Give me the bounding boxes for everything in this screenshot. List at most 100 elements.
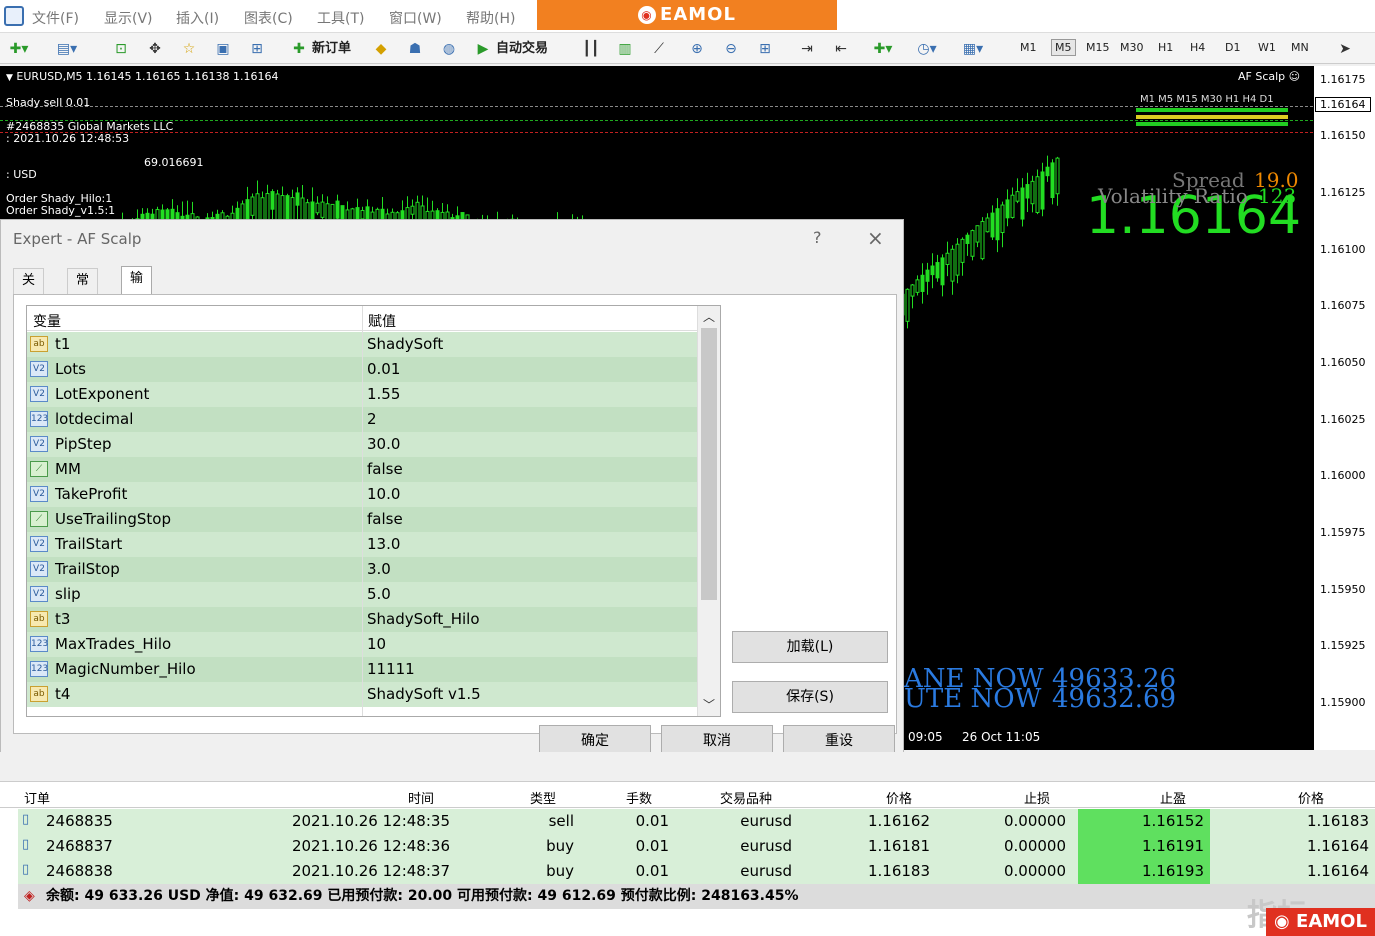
header-time[interactable]: 时间 <box>408 788 434 807</box>
candle-chart-icon[interactable]: ▥ <box>614 38 636 60</box>
price-tick: 1.16125 <box>1320 186 1366 199</box>
bar-chart-icon[interactable]: ┃┃ <box>580 38 602 60</box>
tester-icon[interactable]: ⊞ <box>246 38 268 60</box>
equity-value: 49632.69 <box>1052 684 1177 714</box>
header-order[interactable]: 订单 <box>24 788 50 807</box>
indicators-icon[interactable]: ✚▾ <box>872 38 894 60</box>
timeframe-m15[interactable]: M15 <box>1086 41 1110 54</box>
header-current-price[interactable]: 价格 <box>1298 788 1324 807</box>
candle <box>985 217 990 233</box>
tile-windows-icon[interactable]: ⊞ <box>754 38 776 60</box>
new-order-icon[interactable]: ✚ <box>288 38 310 60</box>
param-value[interactable]: 2 <box>367 410 377 428</box>
zoom-out-icon[interactable]: ⊖ <box>720 38 742 60</box>
terminal-icon[interactable]: ▣ <box>212 38 234 60</box>
header-lots[interactable]: 手数 <box>626 788 652 807</box>
close-icon[interactable]: × <box>867 226 884 250</box>
order-row[interactable]: ▯ 2468838 2021.10.26 12:48:37 buy 0.01 eurusd… <box>18 859 1375 884</box>
menu-chart[interactable]: 图表(C) <box>244 8 293 28</box>
auto-trade-icon[interactable]: ▶ <box>472 38 494 60</box>
param-value[interactable]: ShadySoft_Hilo <box>367 610 480 628</box>
order-id: 2468838 <box>46 862 113 880</box>
menu-view[interactable]: 显示(V) <box>104 8 153 28</box>
new-order-button[interactable]: 新订单 <box>312 38 351 60</box>
menu-window[interactable]: 窗口(W) <box>389 8 442 28</box>
header-price[interactable]: 价格 <box>886 788 912 807</box>
chart-shift-icon[interactable]: ⇤ <box>830 38 852 60</box>
scroll-up-icon[interactable]: ︿ <box>703 308 715 325</box>
header-tp[interactable]: 止盈 <box>1160 788 1186 807</box>
order-row[interactable]: ▯ 2468837 2021.10.26 12:48:36 buy 0.01 eurusd… <box>18 834 1375 859</box>
param-value[interactable]: false <box>367 460 403 478</box>
metaeditor-icon[interactable]: ◆ <box>370 38 392 60</box>
menu-help[interactable]: 帮助(H) <box>466 8 515 28</box>
grid-scrollbar[interactable]: ︿ ﹀ <box>697 306 720 716</box>
param-value[interactable]: 10 <box>367 635 386 653</box>
timeframe-m1[interactable]: M1 <box>1020 41 1037 54</box>
brand-text: EAMOL <box>660 4 736 25</box>
param-value[interactable]: ShadySoft <box>367 335 443 353</box>
timeframe-h1[interactable]: H1 <box>1158 41 1173 54</box>
templates-icon[interactable]: ▦▾ <box>962 38 984 60</box>
menu-insert[interactable]: 插入(I) <box>176 8 219 28</box>
param-value[interactable]: 30.0 <box>367 435 400 453</box>
timeframe-h4[interactable]: H4 <box>1190 41 1205 54</box>
order-time: 2021.10.26 12:48:35 <box>291 812 450 830</box>
periods-icon[interactable]: ◷▾ <box>916 38 938 60</box>
timeframe-mn[interactable]: MN <box>1291 41 1309 54</box>
navigator-icon[interactable]: ☆ <box>178 38 200 60</box>
column-variable: 变量 <box>33 314 61 330</box>
tab-inputs[interactable]: 输入参数 <box>121 266 153 358</box>
order-row[interactable]: ▯ 2468835 2021.10.26 12:48:35 sell 0.01 eurus… <box>18 809 1375 834</box>
new-chart-icon[interactable]: ✚▾ <box>8 38 30 60</box>
signals-icon[interactable]: ◍ <box>438 38 460 60</box>
crosshair-icon[interactable]: ✥ <box>144 38 166 60</box>
menu-file[interactable]: 文件(F) <box>32 8 79 28</box>
param-value[interactable]: 3.0 <box>367 560 391 578</box>
tab-about[interactable]: 关于 <box>13 268 45 312</box>
param-value[interactable]: 13.0 <box>367 535 400 553</box>
timeframe-m5[interactable]: M5 <box>1051 39 1076 56</box>
header-sl[interactable]: 止损 <box>1024 788 1050 807</box>
param-value[interactable]: 10.0 <box>367 485 400 503</box>
menu-tools[interactable]: 工具(T) <box>317 8 364 28</box>
inputs-panel: 变量 赋值 ab t1 ShadySoft V2 Lots 0.01 V2 LotExpone… <box>13 294 897 734</box>
scroll-down-icon[interactable]: ﹀ <box>703 696 715 713</box>
param-value[interactable]: false <box>367 510 403 528</box>
scroll-thumb[interactable] <box>701 328 717 600</box>
zoom-in-icon[interactable]: ⊕ <box>686 38 708 60</box>
param-value[interactable]: 5.0 <box>367 585 391 603</box>
candle <box>1005 199 1010 219</box>
load-button[interactable]: 加载(L) <box>732 631 888 663</box>
save-button[interactable]: 保存(S) <box>732 681 888 713</box>
timeframe-d1[interactable]: D1 <box>1225 41 1240 54</box>
order-id: 2468835 <box>46 812 113 830</box>
line-chart-icon[interactable]: ⟋ <box>648 38 670 60</box>
param-value[interactable]: 0.01 <box>367 360 400 378</box>
candle <box>1040 171 1045 210</box>
tab-common[interactable]: 常用 <box>67 268 99 312</box>
auto-scroll-icon[interactable]: ⇥ <box>796 38 818 60</box>
price-tick: 1.16000 <box>1320 469 1366 482</box>
param-value[interactable]: 1.55 <box>367 385 400 403</box>
account-summary: ◈ 余额: 49 633.26 USD 净值: 49 632.69 已用预付款: … <box>18 884 1375 909</box>
param-name: lotdecimal <box>55 410 134 428</box>
auto-trade-button[interactable]: 自动交易 <box>496 38 548 60</box>
param-value[interactable]: ShadySoft v1.5 <box>367 685 481 703</box>
header-symbol[interactable]: 交易品种 <box>720 788 772 807</box>
timeframe-w1[interactable]: W1 <box>1258 41 1276 54</box>
timeframe-m30[interactable]: M30 <box>1120 41 1144 54</box>
market-watch-icon[interactable]: ⊡ <box>110 38 132 60</box>
param-value[interactable]: 11111 <box>367 660 415 678</box>
overlay-line: 69.016691 <box>144 156 204 169</box>
header-type[interactable]: 类型 <box>530 788 556 807</box>
profiles-icon[interactable]: ▤▾ <box>56 38 78 60</box>
volatility-label: Volatility Ratio <box>1098 184 1248 208</box>
candle <box>1000 204 1005 234</box>
help-icon[interactable]: ? <box>813 228 822 247</box>
order-time: 2021.10.26 12:48:36 <box>291 837 450 855</box>
tf-strength-strip: M1 M5 M15 M30 H1 H4 D1 <box>1140 94 1274 105</box>
cursor-icon[interactable]: ➤ <box>1334 38 1356 60</box>
order-sl: 0.00000 <box>1003 837 1066 855</box>
community-icon[interactable]: ☗ <box>404 38 426 60</box>
